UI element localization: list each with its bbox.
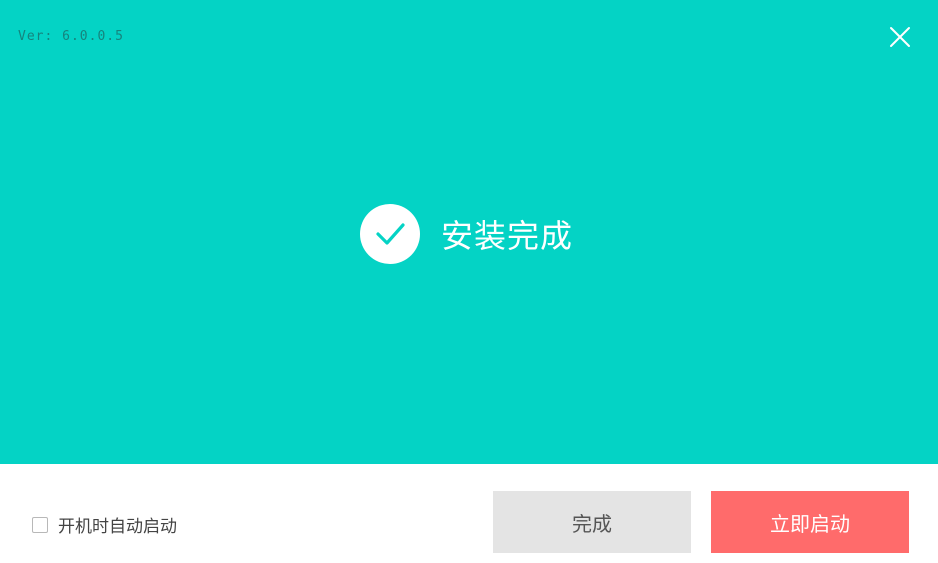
close-button[interactable] bbox=[884, 21, 916, 53]
version-label: Ver: 6.0.0.5 bbox=[18, 29, 124, 44]
launch-now-button[interactable]: 立即启动 bbox=[711, 491, 909, 553]
autostart-option[interactable]: 开机时自动启动 bbox=[32, 512, 177, 537]
action-bar: 开机时自动启动 完成 立即启动 bbox=[0, 464, 938, 563]
finish-button[interactable]: 完成 bbox=[493, 491, 691, 553]
autostart-checkbox[interactable] bbox=[32, 516, 48, 533]
autostart-label: 开机时自动启动 bbox=[58, 517, 177, 537]
close-icon bbox=[890, 27, 910, 47]
install-status: 安装完成 bbox=[360, 203, 573, 265]
installer-banner: Ver: 6.0.0.5 安装完成 bbox=[0, 0, 938, 464]
check-circle-icon bbox=[360, 204, 420, 264]
checkmark-icon bbox=[376, 223, 405, 245]
install-complete-text: 安装完成 bbox=[441, 217, 574, 255]
